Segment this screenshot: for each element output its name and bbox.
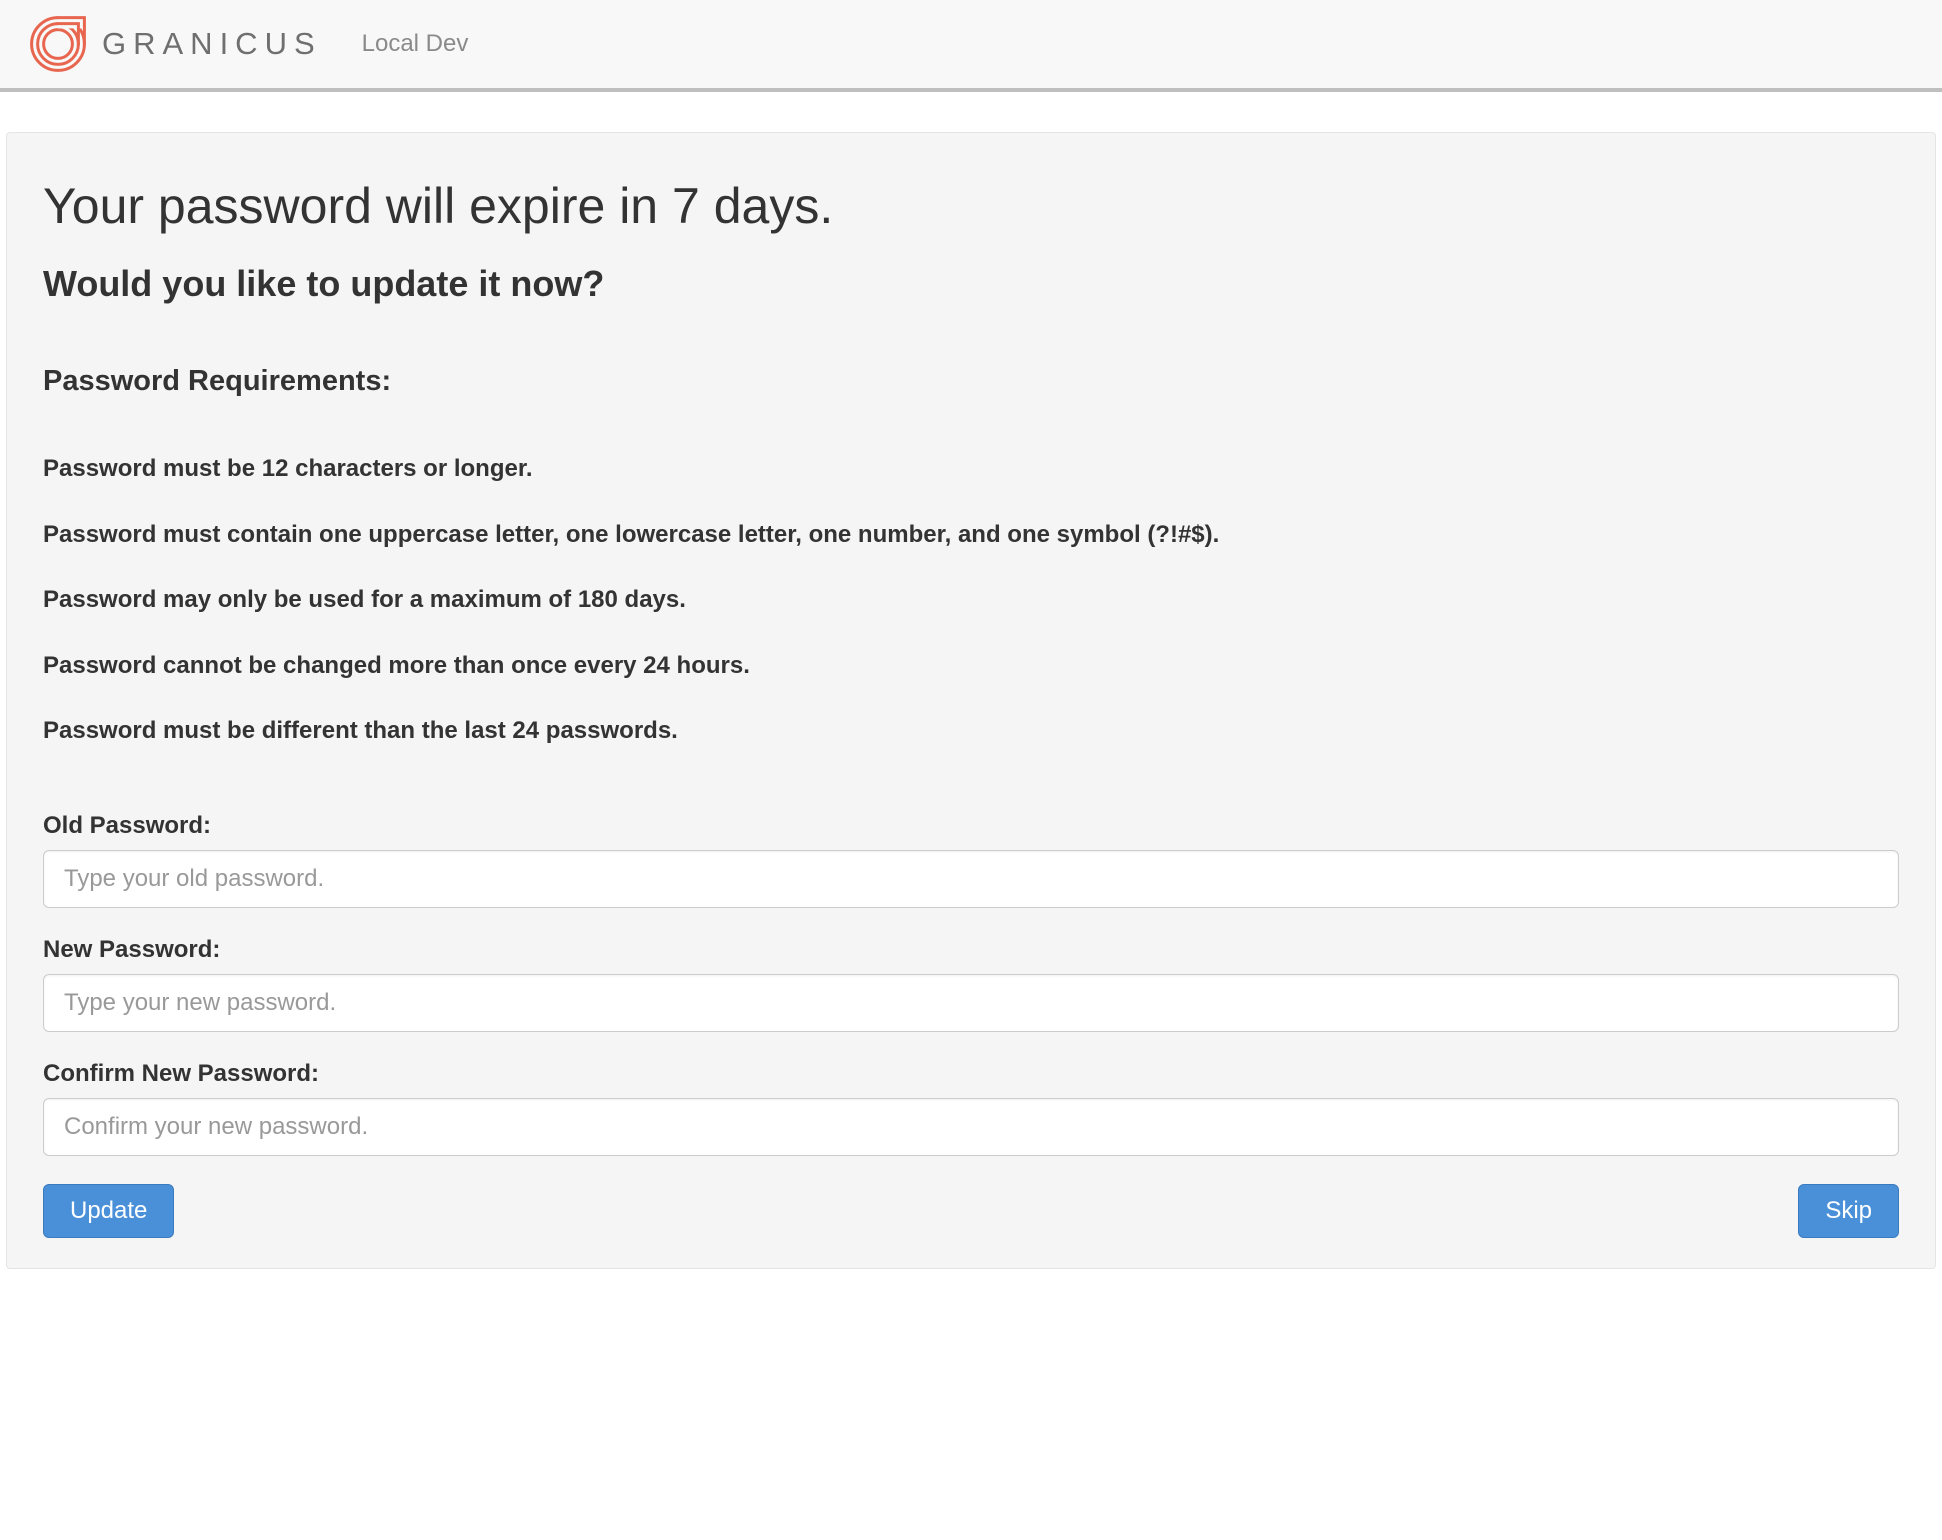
old-password-group: Old Password: (43, 812, 1899, 908)
old-password-input[interactable] (43, 850, 1899, 908)
password-expiry-panel: Your password will expire in 7 days. Wou… (6, 132, 1936, 1269)
requirements-heading: Password Requirements: (43, 365, 1899, 398)
top-bar: GRANICUS Local Dev (0, 0, 1942, 92)
password-change-form: Old Password: New Password: Confirm New … (43, 812, 1899, 1238)
requirement-item: Password must be different than the last… (43, 714, 1899, 748)
brand: GRANICUS (28, 14, 322, 74)
skip-button[interactable]: Skip (1798, 1184, 1899, 1238)
confirm-password-input[interactable] (43, 1098, 1899, 1156)
new-password-input[interactable] (43, 974, 1899, 1032)
page-content: Your password will expire in 7 days. Wou… (0, 92, 1942, 1279)
requirement-item: Password must contain one uppercase lett… (43, 518, 1899, 552)
form-actions: Update Skip (43, 1184, 1899, 1238)
new-password-group: New Password: (43, 936, 1899, 1032)
page-subtitle: Would you like to update it now? (43, 263, 1899, 305)
requirement-item: Password must be 12 characters or longer… (43, 452, 1899, 486)
requirement-item: Password cannot be changed more than onc… (43, 649, 1899, 683)
new-password-label: New Password: (43, 936, 1899, 964)
requirements-list: Password must be 12 characters or longer… (43, 452, 1899, 748)
page-title: Your password will expire in 7 days. (43, 177, 1899, 235)
environment-label: Local Dev (362, 30, 469, 58)
old-password-label: Old Password: (43, 812, 1899, 840)
confirm-password-label: Confirm New Password: (43, 1060, 1899, 1088)
brand-logo-icon (28, 14, 88, 74)
brand-name: GRANICUS (102, 26, 322, 62)
update-button[interactable]: Update (43, 1184, 174, 1238)
requirement-item: Password may only be used for a maximum … (43, 583, 1899, 617)
confirm-password-group: Confirm New Password: (43, 1060, 1899, 1156)
